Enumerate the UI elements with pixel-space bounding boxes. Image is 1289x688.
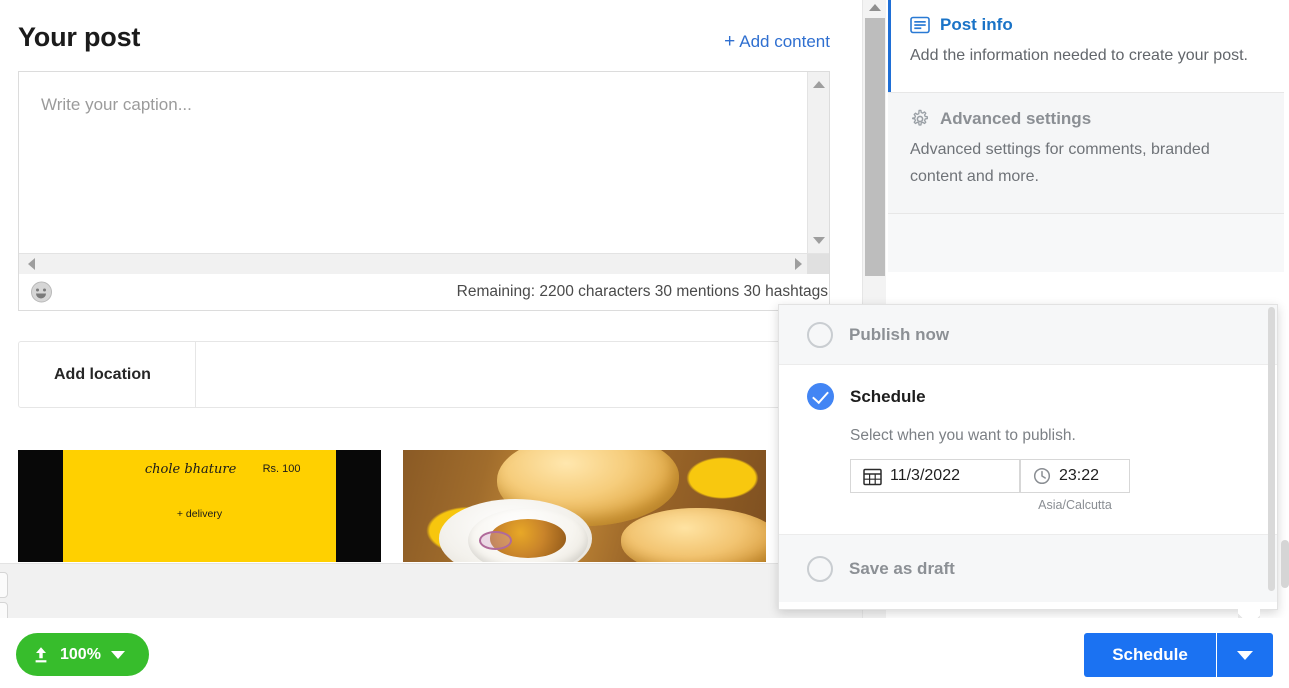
radio-unselected-icon[interactable] (807, 555, 833, 582)
schedule-button-group[interactable]: Schedule (1084, 633, 1273, 677)
popup-scrollbar[interactable] (1268, 307, 1275, 591)
option-save-as-draft[interactable]: Save as draft (779, 534, 1277, 602)
timezone-label: Asia/Calcutta (1038, 498, 1112, 512)
calendar-icon (863, 468, 882, 485)
time-value: 23:22 (1059, 467, 1100, 484)
post-editor-column: Your post + Add content Write your captio… (0, 0, 862, 618)
add-content-label: Add content (739, 32, 830, 51)
emoji-smiley-icon[interactable] (31, 281, 52, 303)
option-label: Save as draft (849, 558, 955, 578)
checkbox-selected-icon[interactable] (807, 383, 834, 410)
plus-icon: + (724, 31, 736, 52)
upload-percent: 100% (60, 645, 101, 663)
media-toolbar-strip (0, 563, 862, 618)
page-scrollbar-thumb[interactable] (865, 18, 885, 276)
bhatura-shape (620, 508, 766, 562)
outer-scrollbar-thumb[interactable] (1281, 540, 1289, 588)
thumbnail-delivery-note: + delivery (176, 508, 223, 520)
letterbox-right (336, 450, 381, 562)
panel-card-description: Add the information needed to create you… (910, 47, 1248, 64)
caption-placeholder: Write your caption... (41, 95, 192, 114)
media-thumbnails: chole bhature Rs. 100 + delivery (18, 450, 848, 562)
option-label: Schedule (850, 386, 926, 406)
media-side-button[interactable] (0, 572, 8, 598)
footer-bar: 100% Schedule (0, 618, 1289, 688)
panel-card-header: Post info (910, 15, 1264, 35)
scrollbar-corner (807, 254, 829, 274)
panel-card-header: Advanced settings (910, 109, 1264, 129)
document-lines-icon (910, 16, 930, 34)
panel-card-filler (888, 213, 1284, 272)
page-title: Your post (18, 22, 141, 52)
clock-icon (1033, 467, 1051, 485)
panel-card-advanced-settings[interactable]: Advanced settings Advanced settings for … (888, 92, 1284, 214)
time-input[interactable]: 23:22 (1020, 459, 1130, 493)
scroll-right-arrow-icon[interactable] (795, 258, 802, 270)
steps-panel: Post info Add the information needed to … (888, 0, 1284, 299)
scroll-up-arrow-icon[interactable] (812, 81, 825, 88)
panel-card-post-info[interactable]: Post info Add the information needed to … (888, 0, 1284, 93)
caption-footer: Remaining: 2200 characters 30 mentions 3… (19, 274, 829, 310)
location-divider (195, 342, 196, 407)
thumbnail-dish-name: chole bhature (144, 462, 237, 477)
panel-card-title: Advanced settings (940, 108, 1092, 128)
thumbnail-price: Rs. 100 (262, 463, 301, 475)
scroll-up-arrow-icon[interactable] (868, 4, 881, 11)
thumbnail-item[interactable] (403, 450, 766, 562)
upload-progress-button[interactable]: 100% (16, 633, 149, 676)
scroll-left-arrow-icon[interactable] (28, 258, 35, 270)
post-header: Your post + Add content (18, 22, 830, 64)
caption-horizontal-scrollbar[interactable] (19, 253, 829, 275)
schedule-dropdown-button[interactable] (1217, 633, 1273, 677)
add-location-row[interactable]: Add location (18, 341, 830, 408)
caption-textarea[interactable]: Write your caption... (19, 72, 829, 253)
radio-unselected-icon[interactable] (807, 321, 833, 348)
schedule-hint: Select when you want to publish. (850, 427, 1076, 444)
thumbnail-item[interactable]: chole bhature Rs. 100 + delivery (18, 450, 381, 562)
option-schedule-header[interactable]: Schedule (807, 365, 1277, 410)
option-publish-now[interactable]: Publish now (779, 305, 1277, 365)
upload-icon (35, 646, 47, 662)
remaining-counter: Remaining: 2200 characters 30 mentions 3… (456, 283, 828, 300)
add-content-link[interactable]: + Add content (724, 31, 830, 53)
caption-editor[interactable]: Write your caption... Remaining: 2200 ch… (18, 71, 830, 311)
gear-icon (912, 109, 928, 126)
chevron-down-icon (1237, 650, 1253, 660)
date-value: 11/3/2022 (890, 467, 960, 484)
panel-card-title: Post info (940, 15, 1013, 34)
panel-card-description: Advanced settings for comments, branded … (910, 140, 1210, 185)
add-location-label: Add location (54, 365, 151, 383)
schedule-button-label: Schedule (1112, 645, 1188, 664)
publish-options-popup: Publish now Schedule Select when you wan… (778, 304, 1278, 610)
onion-ring-shape (479, 530, 512, 550)
scroll-down-arrow-icon[interactable] (812, 237, 825, 244)
date-input[interactable]: 11/3/2022 (850, 459, 1020, 493)
media-side-button[interactable] (0, 602, 8, 618)
app-root: Your post + Add content Write your captio… (0, 0, 1289, 688)
chevron-down-icon[interactable] (110, 650, 125, 659)
letterbox-left (18, 450, 63, 562)
option-schedule[interactable]: Schedule Select when you want to publish… (779, 365, 1277, 534)
schedule-button[interactable]: Schedule (1084, 633, 1217, 677)
caption-vertical-scrollbar[interactable] (807, 72, 829, 253)
time-column: 23:22 Asia/Calcutta (1020, 459, 1130, 512)
schedule-datetime-row: 11/3/2022 23:22 Asia/Calcutta (850, 459, 1277, 512)
thumbnail-canvas: chole bhature Rs. 100 + delivery (63, 450, 336, 562)
food-photo (403, 450, 766, 562)
option-label: Publish now (849, 324, 950, 344)
